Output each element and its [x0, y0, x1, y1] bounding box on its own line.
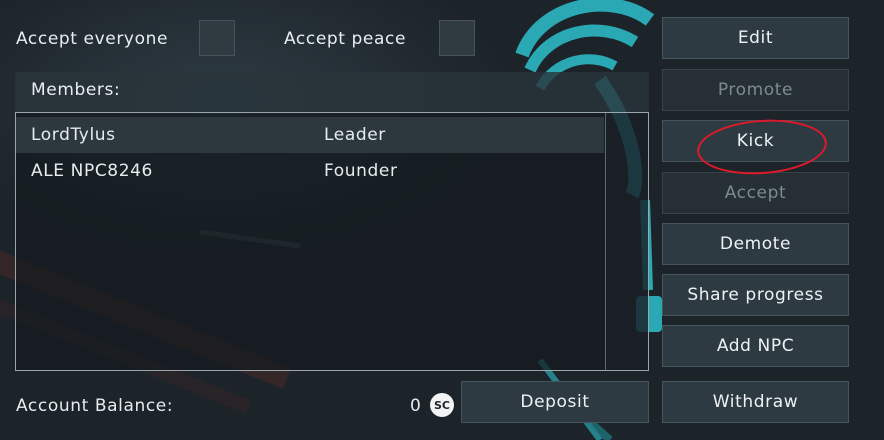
space-credits-icon: SC: [430, 393, 454, 417]
members-header: Members:: [15, 72, 649, 112]
member-rank: Founder: [324, 161, 398, 181]
member-name: LordTylus: [31, 125, 116, 145]
accept-everyone-checkbox[interactable]: [199, 20, 235, 56]
promote-button[interactable]: Promote: [662, 69, 849, 111]
members-panel: Members: LordTylus Leader ALE NPC8246 Fo…: [15, 72, 649, 371]
account-balance-value: 0: [410, 396, 421, 416]
deposit-button[interactable]: Deposit: [461, 381, 649, 423]
add-npc-button[interactable]: Add NPC: [662, 325, 849, 367]
member-row[interactable]: ALE NPC8246 Founder: [16, 153, 604, 189]
member-row[interactable]: LordTylus Leader: [16, 117, 604, 153]
edit-button[interactable]: Edit: [662, 17, 849, 59]
member-rank: Leader: [324, 125, 386, 145]
withdraw-button[interactable]: Withdraw: [662, 381, 849, 423]
accept-peace-checkbox[interactable]: [439, 20, 475, 56]
demote-button[interactable]: Demote: [662, 223, 849, 265]
kick-button[interactable]: Kick: [662, 120, 849, 162]
member-name: ALE NPC8246: [31, 161, 153, 181]
members-list: LordTylus Leader ALE NPC8246 Founder: [15, 112, 649, 371]
accept-peace-label: Accept peace: [284, 29, 407, 49]
share-progress-button[interactable]: Share progress: [662, 274, 849, 316]
members-title: Members:: [31, 80, 121, 100]
accept-everyone-label: Accept everyone: [16, 29, 169, 49]
members-scrollbar[interactable]: [605, 113, 648, 370]
account-balance-label: Account Balance:: [16, 396, 174, 416]
accept-button[interactable]: Accept: [662, 172, 849, 214]
